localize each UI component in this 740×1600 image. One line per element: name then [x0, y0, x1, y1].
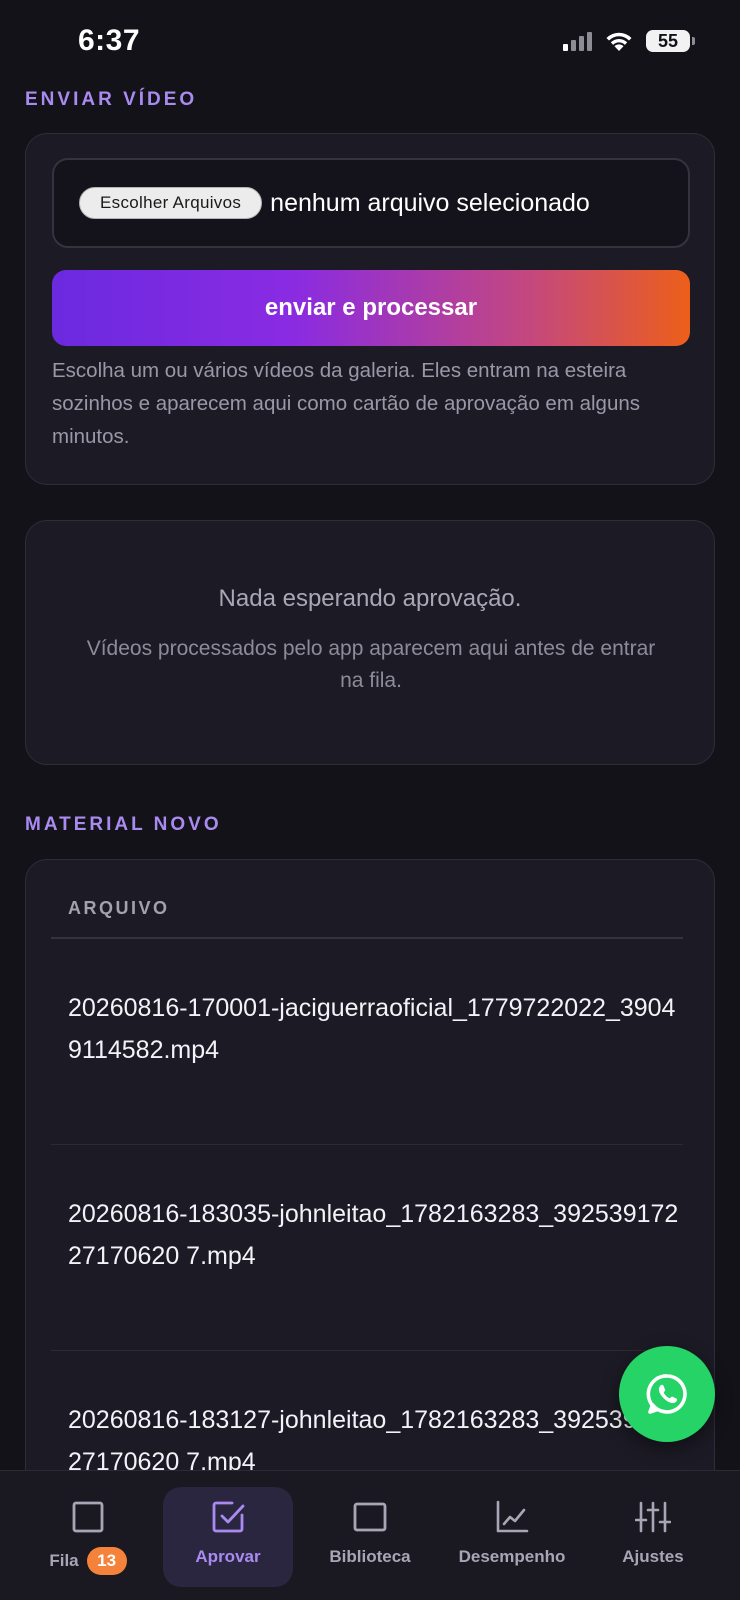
whatsapp-button[interactable] — [619, 1346, 715, 1442]
tab-label: Aprovar — [195, 1547, 261, 1566]
bottom-nav: Fila 13 Aprovar Biblioteca Desempenho Aj… — [0, 1470, 740, 1600]
battery-level: 55 — [657, 30, 679, 51]
status-bar: 6:37 55 — [0, 0, 740, 84]
material-section-label: MATERIAL NOVO — [25, 814, 222, 835]
file-picker[interactable]: Escolher Arquivos nenhum arquivo selecio… — [52, 158, 690, 248]
tab-aprovar[interactable]: Aprovar — [163, 1487, 293, 1587]
tab-desempenho[interactable]: Desempenho — [447, 1487, 577, 1587]
status-indicators: 55 — [563, 30, 695, 52]
column-header-arquivo: ARQUIVO — [68, 898, 170, 918]
tab-label: Desempenho — [458, 1547, 566, 1566]
tab-fila[interactable]: Fila 13 — [23, 1487, 153, 1587]
upload-help-text: Escolha um ou vários vídeos da galeria. … — [52, 359, 641, 448]
app-screen: 6:37 55 ENVIAR VÍDEO Escolher Arquivos n… — [0, 0, 740, 1600]
empty-state-subtitle: Vídeos processados pelo app aparecem aqu… — [86, 637, 656, 692]
tab-label: Biblioteca — [329, 1547, 411, 1566]
submit-process-button[interactable]: enviar e processar — [52, 270, 690, 346]
tab-label: Ajustes — [622, 1547, 684, 1566]
approval-empty-card: Nada esperando aprovação. Vídeos process… — [25, 520, 715, 765]
upload-card: Escolher Arquivos nenhum arquivo selecio… — [25, 133, 715, 485]
tab-ajustes[interactable]: Ajustes — [588, 1487, 718, 1587]
wifi-icon — [606, 32, 632, 51]
upload-section-label: ENVIAR VÍDEO — [25, 89, 198, 110]
status-time: 6:37 — [78, 24, 141, 57]
whatsapp-icon — [646, 1374, 687, 1414]
table-row[interactable]: 20260816-170001-jaciguerraoficial_177972… — [51, 939, 683, 1145]
choose-files-button[interactable]: Escolher Arquivos — [79, 187, 263, 219]
file-name: 20260816-170001-jaciguerraoficial_177972… — [68, 994, 676, 1064]
tab-label: Fila — [49, 1551, 79, 1570]
cellular-signal-icon — [563, 31, 592, 51]
queue-count-badge: 13 — [86, 1547, 127, 1575]
square-icon — [70, 1499, 106, 1535]
sliders-icon — [635, 1499, 671, 1535]
chart-icon — [494, 1499, 530, 1535]
library-icon — [352, 1499, 388, 1535]
tab-biblioteca[interactable]: Biblioteca — [305, 1487, 435, 1587]
file-status: nenhum arquivo selecionado — [270, 188, 590, 217]
file-name: 20260816-183035-johnleitao_1782163283_39… — [68, 1200, 679, 1270]
empty-state-title: Nada esperando aprovação. — [218, 585, 522, 612]
check-square-icon — [210, 1499, 246, 1535]
table-row[interactable]: 20260816-183035-johnleitao_1782163283_39… — [51, 1145, 683, 1351]
battery-icon: 55 — [646, 30, 695, 52]
